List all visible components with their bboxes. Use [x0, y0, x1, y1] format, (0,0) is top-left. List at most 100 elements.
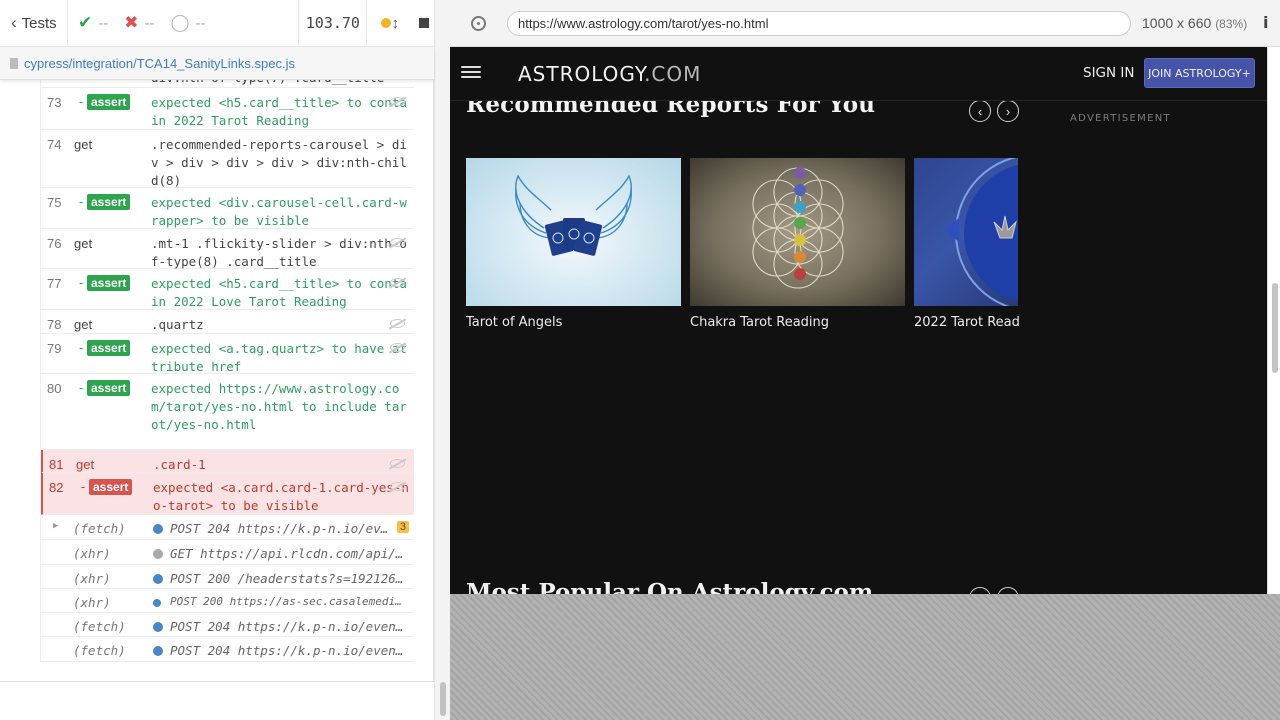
request-count-badge: 3 — [396, 521, 409, 533]
request-kind: (xhr) — [73, 546, 111, 561]
flower-of-life-illustration — [752, 167, 844, 289]
website-scrollbar[interactable] — [1267, 47, 1280, 594]
expand-caret-icon[interactable]: ▶ — [53, 521, 58, 531]
card-title[interactable]: Tarot of Angels — [466, 315, 562, 330]
network-request-row[interactable]: ▶ (fetch) POST 204 https://k.p-n.io/even… — [41, 515, 414, 540]
viewport-zoom: (83%) — [1215, 17, 1248, 31]
chevron-left-icon: ‹ — [11, 13, 17, 32]
assert-badge: assert — [87, 340, 131, 356]
command-number: 81 — [49, 457, 64, 472]
crown-globe-illustration — [944, 158, 1018, 306]
eye-hidden-icon — [390, 238, 405, 247]
command-number: 80 — [47, 381, 62, 396]
command-message: .quartz — [151, 317, 204, 332]
website-frame: ASTROLOGY.COM SIGN IN JOIN ASTROLOGY+ Re… — [450, 47, 1267, 594]
assert-dash: - — [79, 276, 84, 290]
logo-suffix: .COM — [644, 62, 702, 86]
command-name: get — [74, 137, 93, 152]
menu-waves-icon[interactable] — [461, 66, 481, 82]
request-status-dot-icon — [153, 574, 163, 584]
command-list: div:nth-of-type(7) .card__title 73 - ass… — [40, 72, 414, 662]
command-row[interactable]: 74 get .recommended-reports-carousel > d… — [41, 130, 414, 188]
join-button[interactable]: JOIN ASTROLOGY+ — [1144, 58, 1255, 88]
run-controls: ↕ — [367, 0, 434, 46]
command-row-failed[interactable]: 81 get .card-1 — [41, 450, 414, 473]
command-row[interactable]: 73 - assert expected <h5.card__title> to… — [41, 88, 414, 130]
command-row[interactable]: 79 - assert expected <a.tag.quartz> to h… — [41, 334, 414, 374]
command-row[interactable]: 77 - assert expected <h5.card__title> to… — [41, 269, 414, 310]
spec-file-path[interactable]: cypress/integration/TCA14_SanityLinks.sp… — [0, 47, 434, 80]
request-status-dot-icon — [153, 599, 161, 607]
url-bar[interactable]: https://www.astrology.com/tarot/yes-no.h… — [507, 11, 1131, 36]
assert-badge: assert — [87, 380, 131, 396]
tests-label: Tests — [21, 14, 57, 32]
command-number: 74 — [47, 137, 62, 152]
assert-dash: - — [81, 480, 86, 494]
request-status-dot-icon — [153, 622, 163, 632]
command-row[interactable]: 75 - assert expected <div.carousel-cell.… — [41, 188, 414, 229]
logo-main: ASTROLOGY — [518, 62, 645, 86]
most-popular-section-title: Most Popular On Astrology.com — [466, 579, 874, 594]
card-title[interactable]: 2022 Tarot Reading — [914, 315, 1020, 330]
running-indicator-icon — [381, 18, 392, 28]
assert-dash: - — [79, 381, 84, 395]
request-text: POST 204 https://k.p-n.io/event/... — [170, 619, 408, 634]
request-status-dot-icon — [153, 646, 163, 656]
request-kind: (fetch) — [73, 619, 126, 634]
request-text: POST 200 /headerstats?s=192126&... — [170, 571, 408, 586]
request-text: POST 204 https://k.p-n.io/event/... — [170, 521, 392, 536]
assert-badge: assert — [87, 94, 131, 110]
command-row[interactable]: 76 get .mt-1 .flickity-slider > div:nth-… — [41, 229, 414, 269]
website-scrollbar-thumb[interactable] — [1272, 283, 1278, 373]
eye-hidden-icon — [390, 343, 405, 352]
network-request-row[interactable]: (xhr) POST 200 /headerstats?s=192126&... — [41, 565, 414, 589]
carousel-prev-button[interactable]: ‹ — [969, 587, 991, 594]
card-title[interactable]: Chakra Tarot Reading — [690, 315, 829, 330]
assert-dash: - — [79, 95, 84, 109]
aut-header: https://www.astrology.com/tarot/yes-no.h… — [450, 0, 1280, 47]
command-number: 82 — [49, 480, 64, 495]
stop-icon[interactable] — [418, 18, 429, 28]
sign-in-link[interactable]: SIGN IN — [1083, 65, 1134, 81]
command-name: get — [74, 236, 93, 251]
eye-hidden-icon — [390, 278, 405, 287]
network-request-row[interactable]: (xhr) POST 200 https://as-sec.casalemedi… — [41, 589, 414, 613]
pending-count: -- — [195, 14, 206, 32]
carousel-next-button[interactable]: › — [997, 100, 1019, 122]
duration: 103.70 — [299, 0, 368, 46]
network-request-row[interactable]: (fetch) POST 204 https://k.p-n.io/event/… — [41, 613, 414, 637]
info-icon[interactable]: ⅰ — [1263, 13, 1268, 33]
card-image-2022-tarot[interactable] — [914, 158, 1018, 306]
carousel-next-button[interactable]: › — [997, 587, 1019, 594]
reporter-scrollbar[interactable] — [434, 0, 450, 720]
command-message: expected <a.card.card-1.card-yes-no-taro… — [153, 480, 409, 513]
pending-circle-icon: ◯ — [170, 13, 190, 32]
network-request-row[interactable]: (xhr) GET https://api.rlcdn.com/api/iden… — [41, 540, 414, 565]
auto-scroll-icon[interactable]: ↕ — [391, 15, 399, 32]
chevron-left-icon: ‹ — [978, 591, 982, 595]
command-row-failed[interactable]: 82 - assert expected <a.card.card-1.card… — [41, 473, 414, 515]
command-row[interactable]: 80 - assert expected https://www.astrolo… — [41, 374, 414, 450]
command-message: .card-1 — [153, 457, 206, 472]
network-request-row[interactable]: (fetch) POST 204 https://k.p-n.io/event/… — [41, 637, 414, 662]
tests-button[interactable]: ‹ Tests — [0, 0, 68, 46]
selector-playground-icon[interactable] — [471, 16, 486, 31]
command-message: expected https://www.astrology.com/tarot… — [151, 381, 407, 432]
failed-stat: ✖ -- — [124, 13, 154, 33]
viewport-size: 1000 x 660 — [1142, 15, 1212, 31]
eye-hidden-icon — [390, 459, 405, 468]
site-logo[interactable]: ASTROLOGY.COM — [518, 62, 701, 86]
card-image-tarot-of-angels[interactable] — [466, 158, 681, 306]
assert-badge: assert — [87, 194, 131, 210]
card-image-chakra-tarot[interactable] — [690, 158, 905, 306]
chevron-right-icon: › — [1005, 103, 1011, 119]
viewport-info[interactable]: 1000 x 660 (83%) — [1142, 15, 1247, 31]
command-number: 78 — [47, 317, 62, 332]
command-row[interactable]: 78 get .quartz — [41, 310, 414, 334]
x-icon: ✖ — [124, 13, 139, 32]
request-kind: (fetch) — [73, 643, 126, 658]
reporter-scrollbar-thumb[interactable] — [440, 682, 446, 716]
carousel-prev-button[interactable]: ‹ — [969, 100, 991, 122]
request-status-dot-icon — [153, 549, 163, 559]
command-message: .mt-1 .flickity-slider > div:nth-of-type… — [151, 236, 407, 269]
